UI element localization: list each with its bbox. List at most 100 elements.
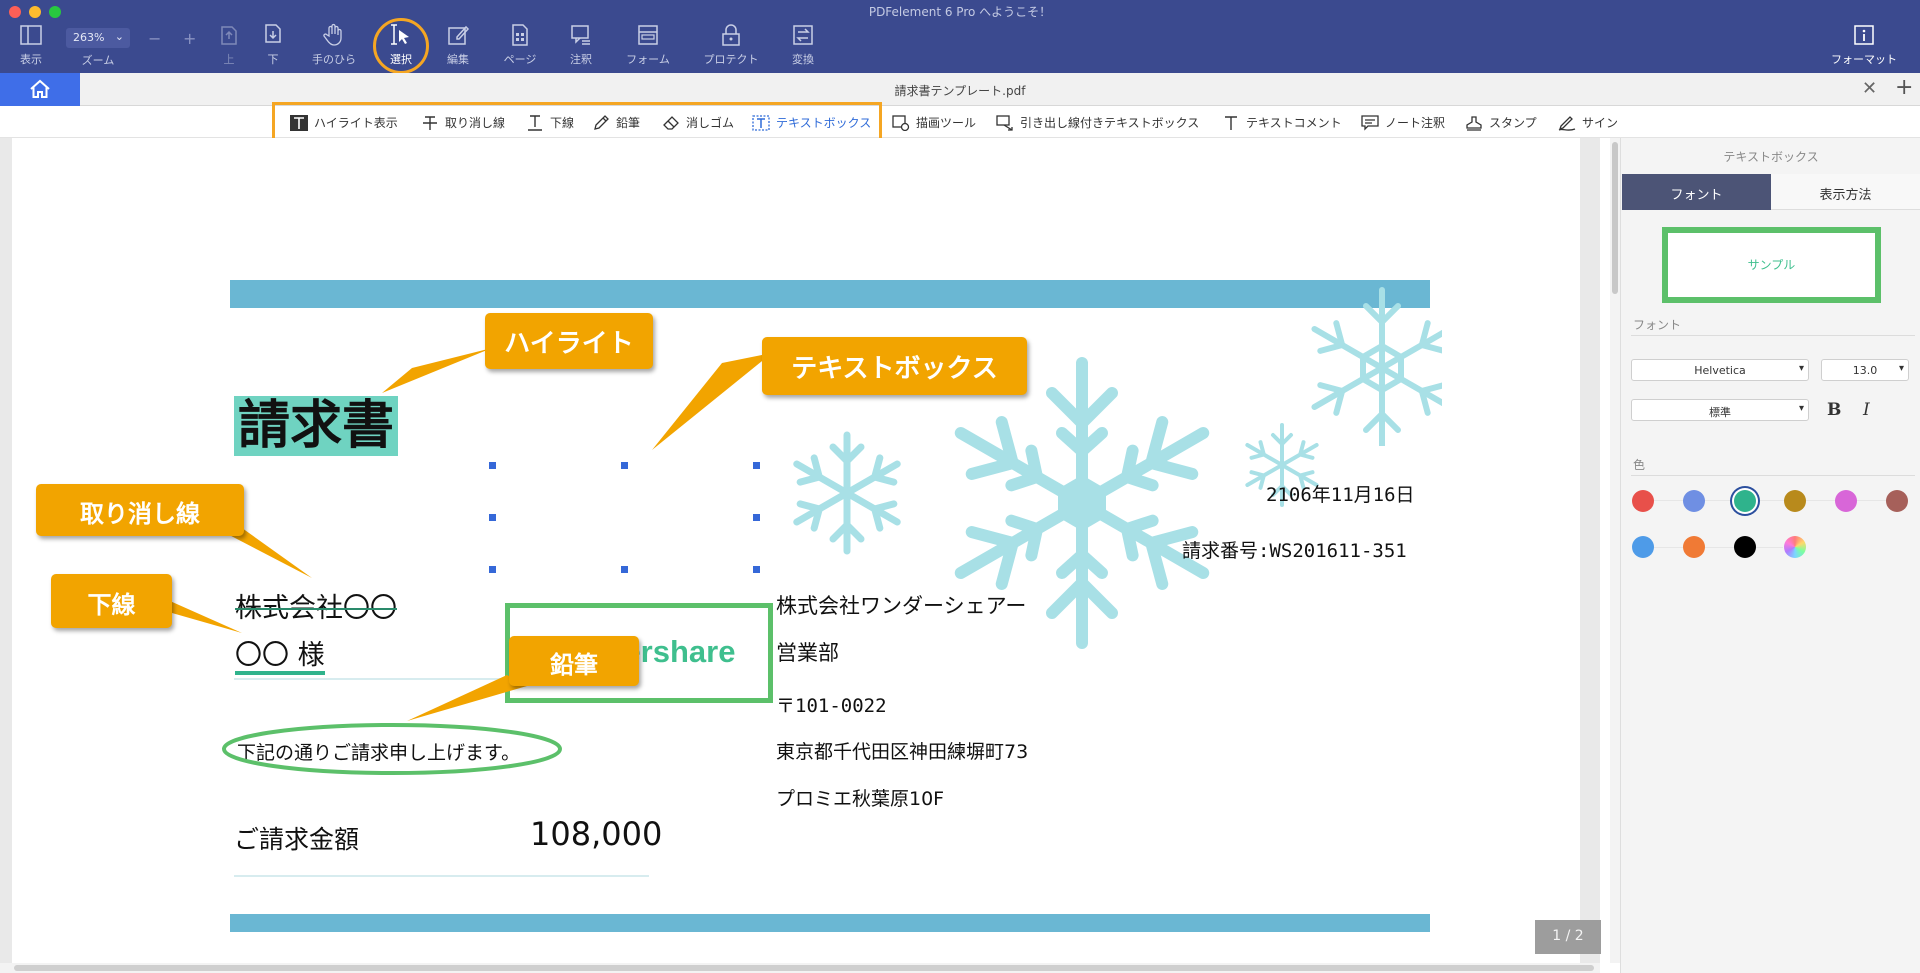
edit-icon xyxy=(448,25,470,45)
form-icon xyxy=(638,25,658,45)
page-indicator: 1 / 2 xyxy=(1535,920,1601,954)
lock-icon xyxy=(722,24,740,46)
font-family-value: Helvetica xyxy=(1694,364,1746,377)
divider xyxy=(1631,475,1915,476)
invoice-date: 2106年11月16日 xyxy=(1266,484,1415,506)
stamp-tool-button[interactable]: スタンプ xyxy=(1465,106,1537,138)
hand-icon xyxy=(323,23,342,46)
horizontal-scrollbar[interactable] xyxy=(0,963,1600,973)
tab-display-method[interactable]: 表示方法 xyxy=(1771,174,1920,210)
font-style-select[interactable]: 標準 ▾ xyxy=(1631,399,1809,421)
color-swatch-red[interactable] xyxy=(1632,490,1654,512)
tab-font[interactable]: フォント xyxy=(1622,174,1771,210)
callout-strikethrough: 取り消し線 xyxy=(36,484,244,536)
form-button[interactable]: フォーム xyxy=(624,22,672,70)
chevron-down-icon: ▾ xyxy=(1798,403,1804,414)
color-swatch-teal[interactable] xyxy=(1734,490,1756,512)
snowflake-corner-icon xyxy=(1311,287,1442,446)
comment-label: 注釈 xyxy=(570,53,592,66)
italic-button[interactable]: I xyxy=(1863,400,1870,420)
view-button[interactable]: 表示 xyxy=(14,22,48,70)
zoom-select[interactable]: 263% ⌄ xyxy=(66,28,130,48)
callout-textbox-icon xyxy=(996,114,1013,131)
properties-panel: テキストボックス フォント 表示方法 サンプル フォント Helvetica ▾… xyxy=(1620,138,1920,973)
page-up-icon xyxy=(221,26,237,45)
color-swatch-magenta[interactable] xyxy=(1835,490,1857,512)
text-comment-tool-button[interactable]: テキストコメント xyxy=(1222,106,1342,138)
pdf-page[interactable]: 請求書 2106年11月16日 請求番号:WS201611-351 株式会社〇〇… xyxy=(12,138,1580,963)
zoom-value: 263% xyxy=(73,31,105,44)
next-page-button[interactable]: 下 xyxy=(258,22,288,70)
chevron-down-icon: ▾ xyxy=(1898,363,1904,374)
new-tab-button[interactable]: + xyxy=(1895,75,1913,100)
color-swatch-brown[interactable] xyxy=(1886,490,1908,512)
previous-page-button[interactable]: 上 xyxy=(214,22,244,70)
callout-highlight: ハイライト xyxy=(485,313,653,369)
note-icon xyxy=(1361,114,1379,131)
callout-textbox-tool-label: 引き出し線付きテキストボックス xyxy=(1020,116,1200,130)
callout-underline: 下線 xyxy=(51,574,172,628)
color-swatch-black[interactable] xyxy=(1734,536,1756,558)
hand-label: 手のひら xyxy=(312,53,356,66)
view-icon xyxy=(20,25,42,45)
zoom-out-button[interactable]: − xyxy=(148,29,161,48)
select-tool-highlight-ring xyxy=(373,18,429,74)
text-comment-icon xyxy=(1225,115,1237,130)
note-tool-button[interactable]: ノート注釈 xyxy=(1361,106,1445,138)
format-info-icon xyxy=(1854,25,1874,45)
convert-button[interactable]: 変換 xyxy=(788,22,818,70)
document-viewport[interactable]: 請求書 2106年11月16日 請求番号:WS201611-351 株式会社〇〇… xyxy=(0,138,1600,963)
horizontal-scroll-thumb[interactable] xyxy=(14,965,1594,971)
convert-label: 変換 xyxy=(792,53,814,66)
font-size-select[interactable]: 13.0 ▾ xyxy=(1821,359,1909,381)
font-style-value: 標準 xyxy=(1709,406,1731,419)
vertical-scrollbar[interactable] xyxy=(1610,138,1620,963)
up-label: 上 xyxy=(223,53,235,66)
comment-icon xyxy=(571,25,590,45)
page-button[interactable]: ページ xyxy=(500,22,540,70)
down-label: 下 xyxy=(267,53,279,66)
edit-button[interactable]: 編集 xyxy=(443,22,473,70)
signature-tool-button[interactable]: サイン xyxy=(1558,106,1618,138)
hand-tool-button[interactable]: 手のひら xyxy=(308,22,360,70)
custom-color-wheel-icon[interactable] xyxy=(1784,536,1806,558)
document-tab-title[interactable]: 請求書テンプレート.pdf xyxy=(0,82,1920,99)
format-button[interactable]: フォーマット xyxy=(1826,22,1902,70)
page-down-icon xyxy=(265,24,281,43)
color-section-label: 色 xyxy=(1633,458,1646,472)
properties-panel-title: テキストボックス xyxy=(1723,150,1819,164)
protect-button[interactable]: プロテクト xyxy=(700,22,762,70)
bold-button[interactable]: B xyxy=(1827,400,1841,420)
chevron-down-icon: ⌄ xyxy=(114,30,124,43)
amount-rule xyxy=(234,875,649,877)
callout-textbox-tool-button[interactable]: 引き出し線付きテキストボックス xyxy=(996,106,1199,138)
font-sample-preview: サンプル xyxy=(1662,227,1881,303)
divider xyxy=(1643,547,1783,548)
callout-textbox: テキストボックス xyxy=(762,337,1027,395)
comment-button[interactable]: 注釈 xyxy=(566,22,596,70)
drawing-tool-button[interactable]: 描画ツール xyxy=(892,106,976,138)
vertical-scroll-thumb[interactable] xyxy=(1612,142,1618,294)
zoom-label: ズーム xyxy=(81,54,115,67)
font-family-select[interactable]: Helvetica ▾ xyxy=(1631,359,1809,381)
convert-icon xyxy=(793,25,813,45)
format-label: フォーマット xyxy=(1831,53,1897,66)
stamp-icon xyxy=(1466,115,1482,131)
page-icon xyxy=(512,24,528,46)
color-swatch-blue[interactable] xyxy=(1683,490,1705,512)
signature-tool-label: サイン xyxy=(1582,116,1619,130)
close-tab-button[interactable]: ✕ xyxy=(1862,78,1877,99)
zoom-in-button[interactable]: + xyxy=(183,29,196,48)
callout-pencil: 鉛筆 xyxy=(509,636,639,686)
signature-icon xyxy=(1558,115,1576,131)
color-swatch-gold[interactable] xyxy=(1784,490,1806,512)
invoice-number: 請求番号:WS201611-351 xyxy=(1182,540,1407,562)
edit-label: 編集 xyxy=(447,53,469,66)
divider xyxy=(1631,335,1915,336)
protect-label: プロテクト xyxy=(703,53,759,66)
color-swatch-light-blue[interactable] xyxy=(1632,536,1654,558)
page-label: ページ xyxy=(503,53,537,66)
color-swatch-orange[interactable] xyxy=(1683,536,1705,558)
font-size-value: 13.0 xyxy=(1852,364,1878,377)
stamp-tool-label: スタンプ xyxy=(1489,116,1537,130)
